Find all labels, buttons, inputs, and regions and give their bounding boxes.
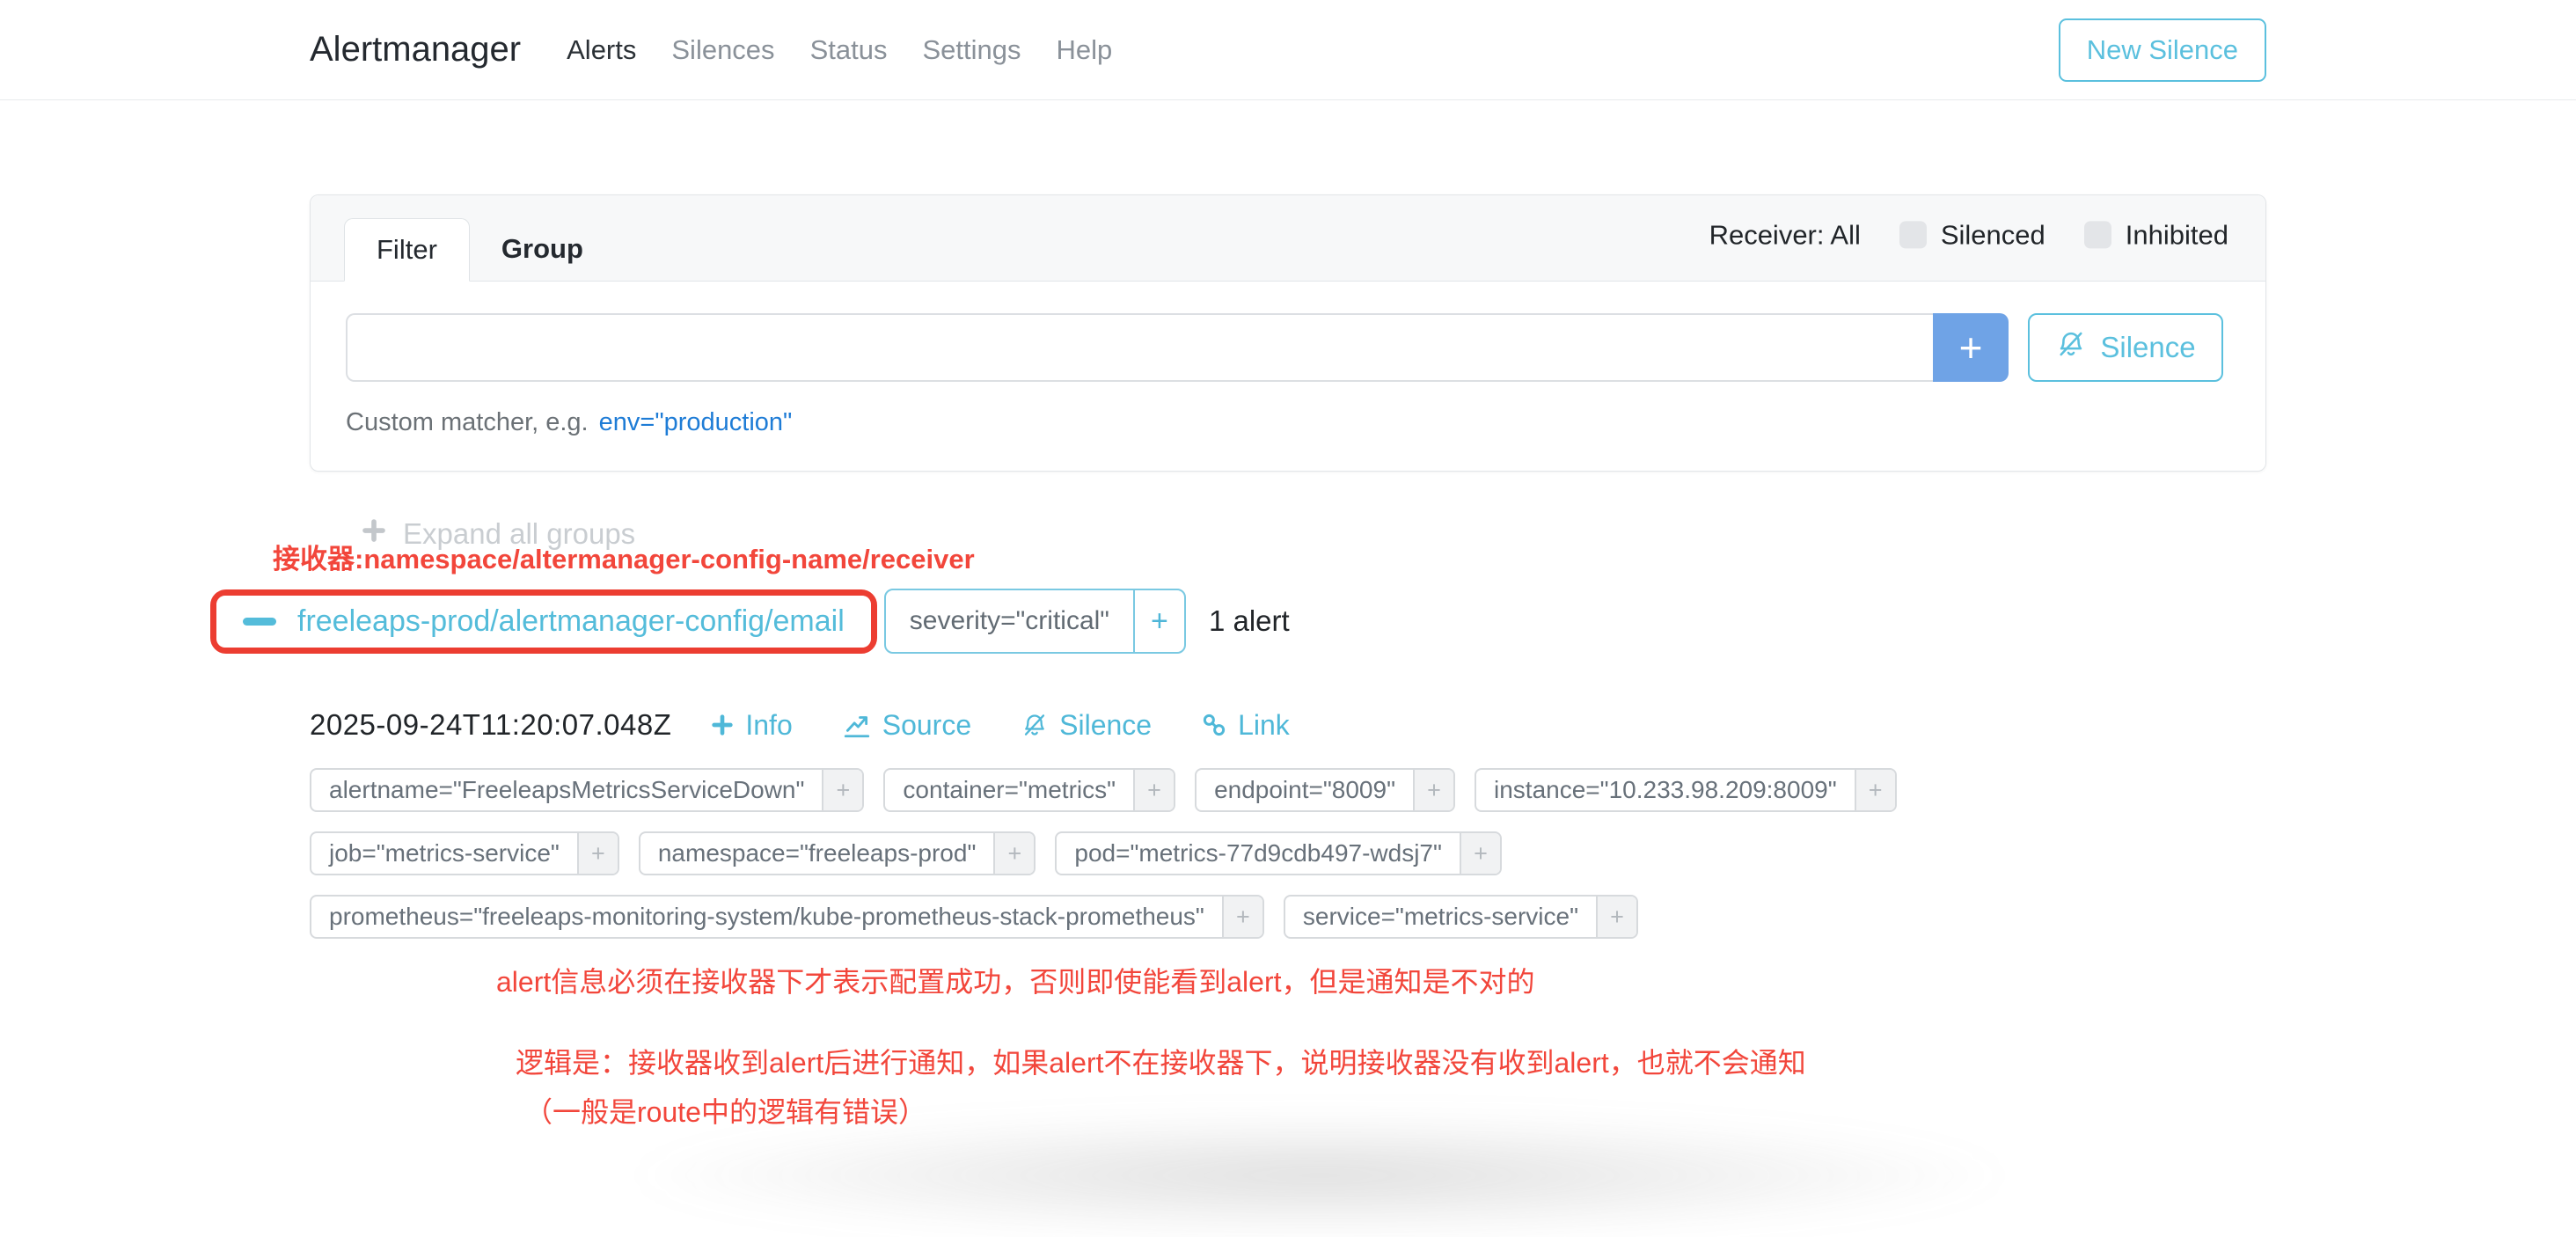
nav-item-help[interactable]: Help	[1056, 34, 1112, 66]
receiver-dropdown[interactable]: Receiver: All	[1709, 219, 1861, 251]
alert-silence-link[interactable]: Silence	[1021, 709, 1152, 742]
alert-source-link[interactable]: Source	[842, 709, 971, 742]
alert-link-link[interactable]: Link	[1201, 709, 1290, 742]
nav-item-status[interactable]: Status	[810, 34, 888, 66]
silenced-checkbox-group[interactable]: Silenced	[1899, 219, 2045, 251]
bell-slash-icon	[2055, 328, 2087, 367]
label-service: service="metrics-service" +	[1284, 895, 1638, 939]
alert-link-label: Link	[1238, 709, 1290, 742]
label-alertname: alertname="FreeleapsMetricsServiceDown" …	[310, 768, 864, 812]
alert-source-label: Source	[882, 709, 971, 742]
label-text: pod="metrics-77d9cdb497-wdsj7"	[1057, 833, 1460, 874]
tab-filter[interactable]: Filter	[344, 218, 470, 282]
label-instance: instance="10.233.98.209:8009" +	[1475, 768, 1897, 812]
alert-silence-label: Silence	[1059, 709, 1152, 742]
filter-header-controls: Receiver: All Silenced Inhibited	[1709, 219, 2228, 251]
nav-links: Alerts Silences Status Settings Help	[567, 34, 1112, 66]
label-endpoint: endpoint="8009" +	[1195, 768, 1455, 812]
alert-group-row: freeleaps-prod/alertmanager-config/email…	[210, 589, 2266, 654]
nav-item-alerts[interactable]: Alerts	[567, 34, 636, 66]
filter-card-header: Filter Group Receiver: All Silenced Inhi…	[311, 195, 2265, 282]
chart-line-icon	[842, 710, 872, 740]
bell-slash-icon	[1021, 711, 1049, 739]
label-plus-button[interactable]: +	[1855, 770, 1895, 810]
chain-link-icon	[1201, 712, 1227, 738]
navbar: Alertmanager Alerts Silences Status Sett…	[0, 0, 2576, 100]
label-plus-button[interactable]: +	[577, 833, 618, 874]
label-plus-button[interactable]: +	[1596, 897, 1636, 937]
label-namespace: namespace="freeleaps-prod" +	[639, 831, 1036, 875]
matcher-example-link[interactable]: env="production"	[599, 408, 793, 437]
bottom-shadow	[616, 1114, 2023, 1237]
annotation-receiver-note: 接收器:namespace/altermanager-config-name/r…	[273, 537, 975, 576]
annotation-logic-note2: （一般是route中的逻辑有错误）	[524, 1090, 926, 1131]
nav-item-settings[interactable]: Settings	[922, 34, 1021, 66]
inhibited-checkbox-label: Inhibited	[2126, 219, 2228, 251]
inhibited-checkbox[interactable]	[2084, 221, 2111, 248]
label-pod: pod="metrics-77d9cdb497-wdsj7" +	[1055, 831, 1502, 875]
silence-filter-label: Silence	[2100, 331, 2195, 364]
annotation-logic-note: 逻辑是：接收器收到alert后进行通知，如果alert不在接收器下，说明接收器没…	[516, 1041, 1806, 1081]
app-brand[interactable]: Alertmanager	[310, 30, 521, 70]
alert-info-link[interactable]: Info	[710, 709, 792, 742]
group-name: freeleaps-prod/alertmanager-config/email	[297, 604, 845, 639]
filter-card: Filter Group Receiver: All Silenced Inhi…	[310, 194, 2266, 472]
matcher-input-group: +	[346, 313, 2009, 382]
group-matcher-plus-button[interactable]: +	[1133, 590, 1184, 652]
alert-count: 1 alert	[1209, 604, 1290, 638]
label-text: alertname="FreeleapsMetricsServiceDown"	[311, 770, 822, 810]
label-text: endpoint="8009"	[1197, 770, 1413, 810]
alert-meta-row: 2025-09-24T11:20:07.048Z Info	[310, 708, 2266, 742]
main-content: Filter Group Receiver: All Silenced Inhi…	[310, 194, 2266, 1131]
inhibited-checkbox-group[interactable]: Inhibited	[2084, 219, 2228, 251]
label-plus-button[interactable]: +	[822, 770, 862, 810]
label-text: job="metrics-service"	[311, 833, 577, 874]
navbar-inner: Alertmanager Alerts Silences Status Sett…	[310, 18, 2266, 82]
matcher-input[interactable]	[346, 313, 1933, 382]
label-text: instance="10.233.98.209:8009"	[1476, 770, 1855, 810]
filter-card-body: + Silence Custom matcher, e.g. env="prod	[311, 282, 2265, 471]
label-row: prometheus="freeleaps-monitoring-system/…	[310, 895, 2266, 939]
alert-info-label: Info	[745, 709, 792, 742]
alert-actions: Info Source	[710, 709, 1289, 742]
alert-labels: alertname="FreeleapsMetricsServiceDown" …	[310, 768, 2266, 939]
group-matcher-tag: severity="critical" +	[884, 589, 1186, 654]
matcher-row: + Silence	[346, 313, 2230, 382]
label-plus-button[interactable]: +	[993, 833, 1034, 874]
alert-timestamp: 2025-09-24T11:20:07.048Z	[310, 708, 671, 742]
silence-filter-button[interactable]: Silence	[2028, 313, 2223, 382]
matcher-help-text: Custom matcher, e.g.	[346, 408, 589, 437]
tab-group[interactable]: Group	[470, 218, 615, 281]
silenced-checkbox-label: Silenced	[1941, 219, 2045, 251]
nav-item-silences[interactable]: Silences	[671, 34, 774, 66]
label-row: job="metrics-service" + namespace="freel…	[310, 831, 2266, 875]
label-plus-button[interactable]: +	[1460, 833, 1500, 874]
group-matcher-text: severity="critical"	[886, 590, 1133, 652]
silenced-checkbox[interactable]	[1899, 221, 1927, 248]
annotation-alert-note: alert信息必须在接收器下才表示配置成功，否则即使能看到alert，但是通知是…	[496, 960, 1535, 1000]
group-toggle-button[interactable]: freeleaps-prod/alertmanager-config/email	[216, 596, 871, 648]
label-text: service="metrics-service"	[1285, 897, 1596, 937]
label-container: container="metrics" +	[883, 768, 1175, 812]
matcher-help-row: Custom matcher, e.g. env="production"	[346, 408, 2230, 437]
plus-icon	[710, 713, 735, 737]
label-text: namespace="freeleaps-prod"	[640, 833, 994, 874]
red-highlight-box: freeleaps-prod/alertmanager-config/email	[210, 589, 877, 654]
add-matcher-button[interactable]: +	[1933, 313, 2009, 382]
label-job: job="metrics-service" +	[310, 831, 619, 875]
label-plus-button[interactable]: +	[1222, 897, 1262, 937]
label-plus-button[interactable]: +	[1413, 770, 1453, 810]
collapse-minus-icon	[243, 618, 276, 626]
new-silence-button[interactable]: New Silence	[2059, 18, 2266, 82]
label-plus-button[interactable]: +	[1133, 770, 1174, 810]
label-prometheus: prometheus="freeleaps-monitoring-system/…	[310, 895, 1264, 939]
label-text: prometheus="freeleaps-monitoring-system/…	[311, 897, 1222, 937]
label-row: alertname="FreeleapsMetricsServiceDown" …	[310, 768, 2266, 812]
label-text: container="metrics"	[885, 770, 1133, 810]
